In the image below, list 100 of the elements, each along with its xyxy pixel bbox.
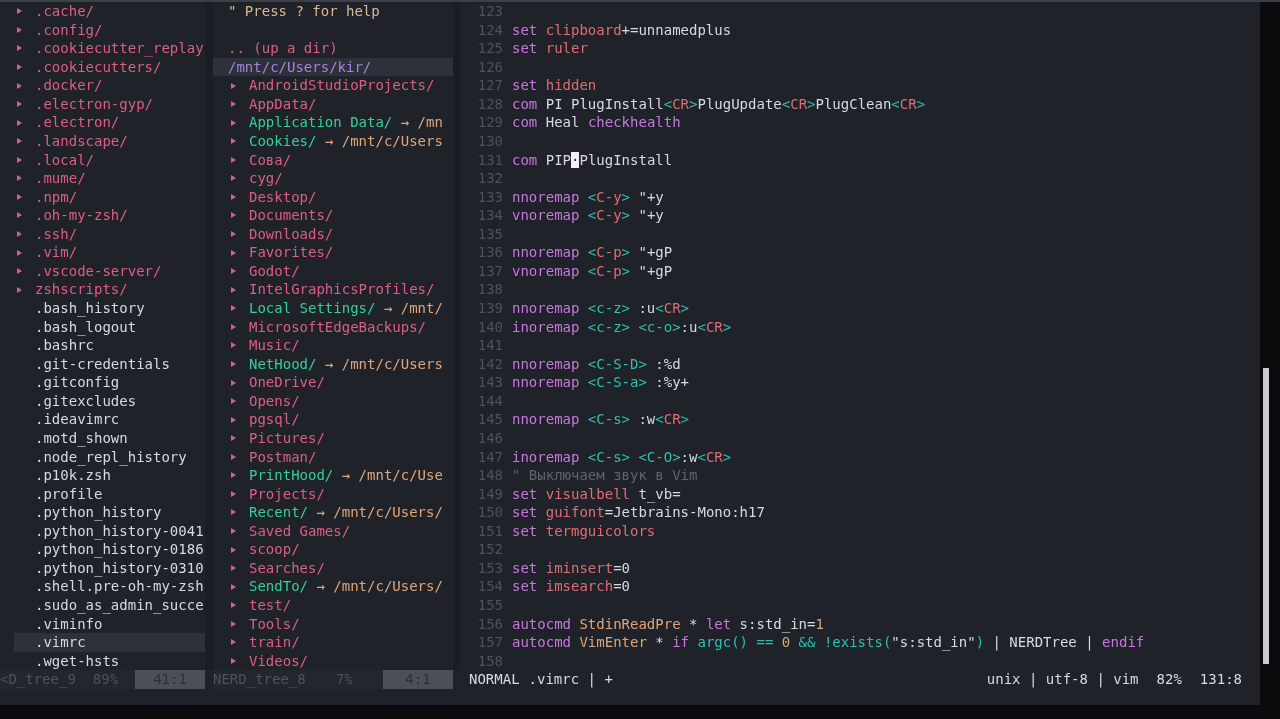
folder-item[interactable]: Tools/: [249, 614, 300, 634]
folder-item[interactable]: OneDrive/: [249, 373, 325, 392]
file-item[interactable]: .gitexcludes: [35, 391, 137, 411]
folder-item[interactable]: Pictures/: [249, 428, 325, 448]
folder-item[interactable]: Videos/: [249, 651, 308, 671]
file-item[interactable]: .motd_shown: [35, 428, 128, 448]
triangle-icon: [231, 657, 236, 664]
folder-item[interactable]: Postman/: [249, 447, 317, 467]
file-item[interactable]: .shell.pre-oh-my-zsh: [35, 577, 204, 596]
folder-item[interactable]: zshscripts/: [35, 280, 128, 299]
folder-item[interactable]: NetHood/ → /mnt/c/Users: [249, 354, 443, 374]
line-number: 154: [476, 577, 503, 596]
folder-item[interactable]: .cookiecutters/: [35, 57, 162, 77]
triangle-icon: [17, 193, 22, 200]
folder-item[interactable]: SendTo/ → /mnt/c/Users/: [249, 577, 443, 596]
folder-item[interactable]: Desktop/: [249, 187, 317, 207]
triangle-icon: [17, 82, 22, 89]
folder-item[interactable]: .landscape/: [35, 131, 128, 151]
folder-item[interactable]: test/: [249, 596, 292, 615]
code-line: com PI PlugInstall<CR>PlugUpdate<CR>PlugClean<CR>: [512, 94, 926, 114]
line-number: 135: [476, 224, 503, 244]
folder-item[interactable]: Сова/: [249, 150, 292, 170]
file-item[interactable]: .git-credentials: [35, 354, 170, 374]
folder-item[interactable]: Cookies/ → /mnt/c/Users: [249, 131, 443, 151]
triangle-icon: [231, 193, 236, 200]
file-item[interactable]: .python_history-0186: [35, 540, 204, 559]
triangle-icon: [231, 119, 236, 126]
file-item[interactable]: .bashrc: [35, 336, 94, 355]
folder-item[interactable]: .electron/: [35, 113, 120, 132]
file-item[interactable]: .bash_logout: [35, 317, 137, 337]
triangle-icon: [231, 472, 236, 479]
folder-item[interactable]: Searches/: [249, 558, 325, 578]
code-line: nnoremap <c-z> :u<CR>: [512, 299, 690, 318]
folder-item[interactable]: cyg/: [249, 169, 283, 188]
triangle-icon: [17, 119, 22, 126]
line-number: 131: [476, 150, 503, 170]
line-number: 157: [476, 633, 503, 652]
triangle-icon: [231, 360, 236, 367]
file-item[interactable]: .node_repl_history: [35, 447, 187, 467]
triangle-icon: [231, 416, 236, 423]
folder-item[interactable]: AndroidStudioProjects/: [249, 76, 435, 95]
parent-dir-link[interactable]: .. (up a dir): [228, 39, 338, 58]
folder-item[interactable]: Saved Games/: [249, 521, 351, 541]
folder-item[interactable]: Downloads/: [249, 224, 334, 244]
folder-item[interactable]: Music/: [249, 336, 300, 355]
scrollbar-thumb[interactable]: [1263, 368, 1269, 664]
folder-item[interactable]: PrintHood/ → /mnt/c/Use: [249, 466, 443, 485]
line-number: 143: [476, 373, 503, 392]
folder-item[interactable]: MicrosoftEdgeBackups/: [249, 317, 426, 337]
folder-item[interactable]: .vscode-server/: [35, 261, 162, 281]
file-item[interactable]: .gitconfig: [35, 373, 120, 392]
line-number: 150: [476, 503, 503, 522]
folder-item[interactable]: Favorites/: [249, 243, 334, 262]
folder-item[interactable]: Projects/: [249, 484, 325, 504]
folder-item[interactable]: Application Data/ → /mn: [249, 113, 443, 132]
line-number: 153: [476, 558, 503, 578]
folder-item[interactable]: train/: [249, 633, 300, 652]
line-number: 158: [476, 651, 503, 671]
folder-item[interactable]: .ssh/: [35, 224, 78, 244]
file-item[interactable]: .sudo_as_admin_succe: [35, 596, 204, 615]
folder-item[interactable]: .electron-gyp/: [35, 94, 153, 114]
code-line: set guifont=Jetbrains-Mono:h17: [512, 503, 765, 522]
folder-item[interactable]: Godot/: [249, 261, 300, 281]
line-number: 136: [476, 243, 503, 262]
code-line: set imsearch=0: [512, 577, 630, 596]
line-number: 129: [476, 113, 503, 132]
file-item[interactable]: .python_history: [35, 503, 162, 522]
folder-item[interactable]: IntelGraphicsProfiles/: [249, 280, 435, 299]
folder-item[interactable]: AppData/: [249, 94, 317, 114]
code-line: " Выключаем звук в Vim: [512, 466, 698, 485]
folder-item[interactable]: .cookiecutter_replay: [35, 39, 204, 58]
file-item[interactable]: .profile: [35, 484, 103, 504]
triangle-icon: [17, 138, 22, 145]
folder-item[interactable]: .oh-my-zsh/: [35, 206, 128, 225]
folder-item[interactable]: .config/: [35, 20, 103, 40]
file-item[interactable]: .ideavimrc: [35, 410, 120, 429]
code-line: autocmd StdinReadPre * let s:std_in=1: [512, 614, 824, 634]
file-item[interactable]: .python_history-0041: [35, 521, 204, 541]
triangle-icon: [231, 175, 236, 182]
file-item[interactable]: .wget-hsts: [35, 651, 120, 671]
file-item[interactable]: .p10k.zsh: [35, 466, 111, 485]
file-item[interactable]: .bash_history: [35, 299, 145, 318]
folder-item[interactable]: Documents/: [249, 206, 334, 225]
folder-item[interactable]: .cache/: [35, 2, 94, 21]
triangle-icon: [17, 8, 22, 15]
file-item[interactable]: .python_history-0310: [35, 558, 204, 578]
file-item[interactable]: .viminfo: [35, 614, 103, 634]
folder-item[interactable]: scoop/: [249, 540, 300, 559]
folder-item[interactable]: Recent/ → /mnt/c/Users/: [249, 503, 443, 522]
folder-item[interactable]: pgsql/: [249, 410, 300, 429]
folder-item[interactable]: .npm/: [35, 187, 78, 207]
triangle-icon: [231, 565, 236, 572]
folder-item[interactable]: .docker/: [35, 76, 103, 95]
code-line: set hidden: [512, 76, 597, 95]
folder-item[interactable]: .vim/: [35, 243, 78, 262]
code-line: inoremap <C-s> <C-O>:w<CR>: [512, 447, 732, 467]
folder-item[interactable]: .local/: [35, 150, 94, 170]
folder-item[interactable]: Local Settings/ → /mnt/: [249, 299, 443, 318]
folder-item[interactable]: .mume/: [35, 169, 86, 188]
folder-item[interactable]: Opens/: [249, 391, 300, 411]
